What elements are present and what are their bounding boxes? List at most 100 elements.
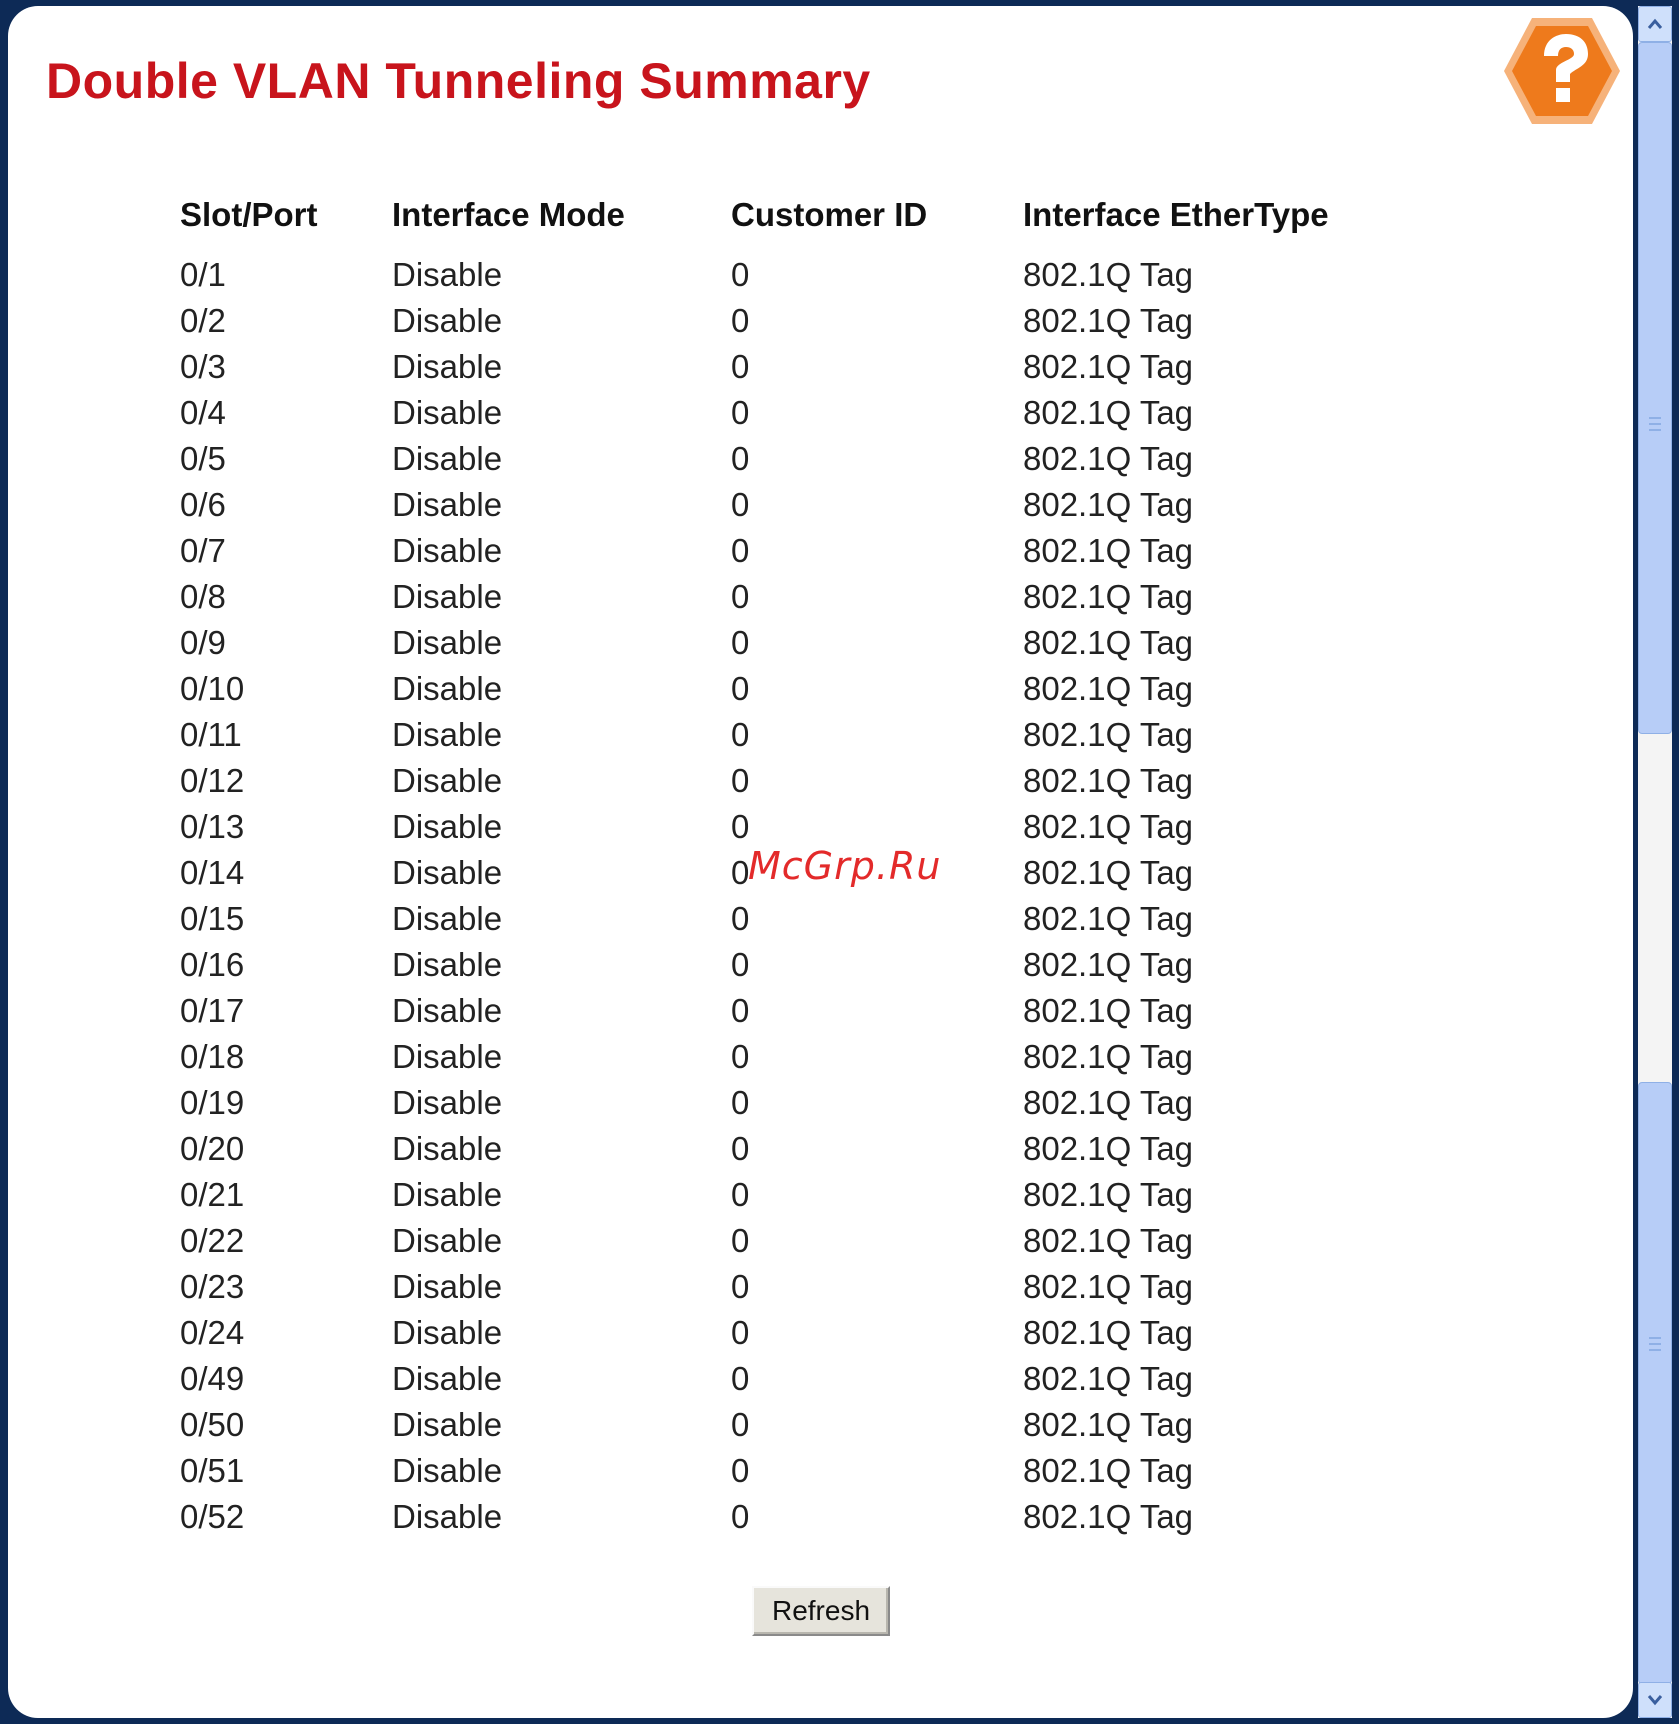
refresh-button[interactable]: Refresh bbox=[752, 1586, 890, 1636]
cell-customer-id: 0 bbox=[731, 1176, 750, 1213]
table-row: 0/51 Disable 0 802.1Q Tag bbox=[180, 1448, 1423, 1494]
cell-slot-port: 0/14 bbox=[180, 854, 245, 891]
cell-customer-id: 0 bbox=[731, 348, 750, 385]
cell-customer-id: 0 bbox=[731, 394, 750, 431]
cell-slot-port: 0/19 bbox=[180, 1084, 245, 1121]
cell-interface-mode: Disable bbox=[392, 900, 503, 937]
cell-interface-ethertype: 802.1Q Tag bbox=[1023, 716, 1194, 753]
cell-interface-ethertype: 802.1Q Tag bbox=[1023, 808, 1194, 845]
cell-interface-mode: Disable bbox=[392, 1452, 503, 1489]
table-row: 0/52 Disable 0 802.1Q Tag bbox=[180, 1494, 1423, 1540]
scroll-down-button[interactable] bbox=[1638, 1682, 1672, 1718]
cell-customer-id: 0 bbox=[731, 670, 750, 707]
page-title: Double VLAN Tunneling Summary bbox=[46, 53, 871, 109]
vertical-scrollbar[interactable] bbox=[1638, 6, 1672, 1718]
cell-interface-ethertype: 802.1Q Tag bbox=[1023, 992, 1194, 1029]
table-row: 0/8 Disable 0 802.1Q Tag bbox=[180, 574, 1423, 620]
table-row: 0/21 Disable 0 802.1Q Tag bbox=[180, 1172, 1423, 1218]
cell-interface-ethertype: 802.1Q Tag bbox=[1023, 1498, 1194, 1535]
cell-interface-ethertype: 802.1Q Tag bbox=[1023, 532, 1194, 569]
cell-customer-id: 0 bbox=[731, 440, 750, 477]
chevron-up-icon bbox=[1647, 18, 1663, 29]
table-row: 0/5 Disable 0 802.1Q Tag bbox=[180, 436, 1423, 482]
col-header-interface-ethertype: Interface EtherType bbox=[1023, 196, 1329, 233]
cell-customer-id: 0 bbox=[731, 1268, 750, 1305]
cell-slot-port: 0/17 bbox=[180, 992, 245, 1029]
cell-slot-port: 0/3 bbox=[180, 348, 226, 385]
cell-slot-port: 0/24 bbox=[180, 1314, 245, 1351]
cell-interface-ethertype: 802.1Q Tag bbox=[1023, 900, 1194, 937]
cell-interface-mode: Disable bbox=[392, 1406, 503, 1443]
chevron-down-icon bbox=[1647, 1695, 1663, 1706]
cell-interface-mode: Disable bbox=[392, 670, 503, 707]
cell-customer-id: 0 bbox=[731, 1452, 750, 1489]
cell-interface-ethertype: 802.1Q Tag bbox=[1023, 1084, 1194, 1121]
scroll-up-button[interactable] bbox=[1638, 6, 1672, 42]
table-row: 0/24 Disable 0 802.1Q Tag bbox=[180, 1310, 1423, 1356]
cell-slot-port: 0/51 bbox=[180, 1452, 245, 1489]
cell-interface-mode: Disable bbox=[392, 1084, 503, 1121]
cell-customer-id: 0 bbox=[731, 762, 750, 799]
cell-interface-ethertype: 802.1Q Tag bbox=[1023, 302, 1194, 339]
cell-interface-mode: Disable bbox=[392, 578, 503, 615]
cell-interface-ethertype: 802.1Q Tag bbox=[1023, 762, 1194, 799]
cell-customer-id: 0 bbox=[731, 256, 750, 293]
cell-interface-mode: Disable bbox=[392, 992, 503, 1029]
col-header-customer-id: Customer ID bbox=[731, 196, 928, 233]
table-row: 0/1 Disable 0 802.1Q Tag bbox=[180, 252, 1423, 298]
cell-interface-mode: Disable bbox=[392, 1498, 503, 1535]
cell-interface-ethertype: 802.1Q Tag bbox=[1023, 1038, 1194, 1075]
cell-interface-ethertype: 802.1Q Tag bbox=[1023, 1360, 1194, 1397]
cell-interface-ethertype: 802.1Q Tag bbox=[1023, 670, 1194, 707]
cell-interface-ethertype: 802.1Q Tag bbox=[1023, 1176, 1194, 1213]
cell-slot-port: 0/22 bbox=[180, 1222, 245, 1259]
help-question-icon[interactable] bbox=[1498, 12, 1626, 130]
cell-slot-port: 0/23 bbox=[180, 1268, 245, 1305]
cell-interface-mode: Disable bbox=[392, 762, 503, 799]
cell-interface-ethertype: 802.1Q Tag bbox=[1023, 854, 1194, 891]
table-row: 0/16 Disable 0 802.1Q Tag bbox=[180, 942, 1423, 988]
table-row: 0/49 Disable 0 802.1Q Tag bbox=[180, 1356, 1423, 1402]
cell-interface-mode: Disable bbox=[392, 348, 503, 385]
table-row: 0/23 Disable 0 802.1Q Tag bbox=[180, 1264, 1423, 1310]
col-header-slot-port: Slot/Port bbox=[180, 196, 318, 233]
cell-interface-ethertype: 802.1Q Tag bbox=[1023, 348, 1194, 385]
cell-customer-id: 0 bbox=[731, 1406, 750, 1443]
cell-slot-port: 0/5 bbox=[180, 440, 226, 477]
table-row: 0/3 Disable 0 802.1Q Tag bbox=[180, 344, 1423, 390]
cell-interface-ethertype: 802.1Q Tag bbox=[1023, 1268, 1194, 1305]
cell-slot-port: 0/10 bbox=[180, 670, 245, 707]
table-header-row: Slot/Port Interface Mode Customer ID Int… bbox=[180, 196, 1423, 252]
cell-interface-mode: Disable bbox=[392, 1038, 503, 1075]
cell-interface-mode: Disable bbox=[392, 808, 503, 845]
cell-slot-port: 0/52 bbox=[180, 1498, 245, 1535]
cell-interface-mode: Disable bbox=[392, 624, 503, 661]
cell-interface-mode: Disable bbox=[392, 394, 503, 431]
cell-interface-mode: Disable bbox=[392, 1222, 503, 1259]
cell-interface-mode: Disable bbox=[392, 1360, 503, 1397]
cell-interface-ethertype: 802.1Q Tag bbox=[1023, 256, 1194, 293]
cell-interface-mode: Disable bbox=[392, 256, 503, 293]
cell-customer-id: 0 bbox=[731, 716, 750, 753]
table-row: 0/50 Disable 0 802.1Q Tag bbox=[180, 1402, 1423, 1448]
table-row: 0/11 Disable 0 802.1Q Tag bbox=[180, 712, 1423, 758]
scroll-thumb-upper[interactable] bbox=[1638, 42, 1672, 734]
table-row: 0/15 Disable 0 802.1Q Tag bbox=[180, 896, 1423, 942]
cell-slot-port: 0/16 bbox=[180, 946, 245, 983]
scroll-thumb-lower[interactable] bbox=[1638, 1082, 1672, 1684]
table-row: 0/20 Disable 0 802.1Q Tag bbox=[180, 1126, 1423, 1172]
cell-customer-id: 0 bbox=[731, 1222, 750, 1259]
cell-slot-port: 0/49 bbox=[180, 1360, 245, 1397]
table-row: 0/7 Disable 0 802.1Q Tag bbox=[180, 528, 1423, 574]
cell-customer-id: 0 bbox=[731, 1498, 750, 1535]
cell-slot-port: 0/1 bbox=[180, 256, 226, 293]
cell-customer-id: 0 bbox=[731, 532, 750, 569]
table-row: 0/2 Disable 0 802.1Q Tag bbox=[180, 298, 1423, 344]
table-row: 0/4 Disable 0 802.1Q Tag bbox=[180, 390, 1423, 436]
cell-slot-port: 0/20 bbox=[180, 1130, 245, 1167]
cell-slot-port: 0/18 bbox=[180, 1038, 245, 1075]
cell-interface-ethertype: 802.1Q Tag bbox=[1023, 1406, 1194, 1443]
cell-interface-ethertype: 802.1Q Tag bbox=[1023, 1452, 1194, 1489]
cell-customer-id: 0 bbox=[731, 1314, 750, 1351]
table-row: 0/22 Disable 0 802.1Q Tag bbox=[180, 1218, 1423, 1264]
